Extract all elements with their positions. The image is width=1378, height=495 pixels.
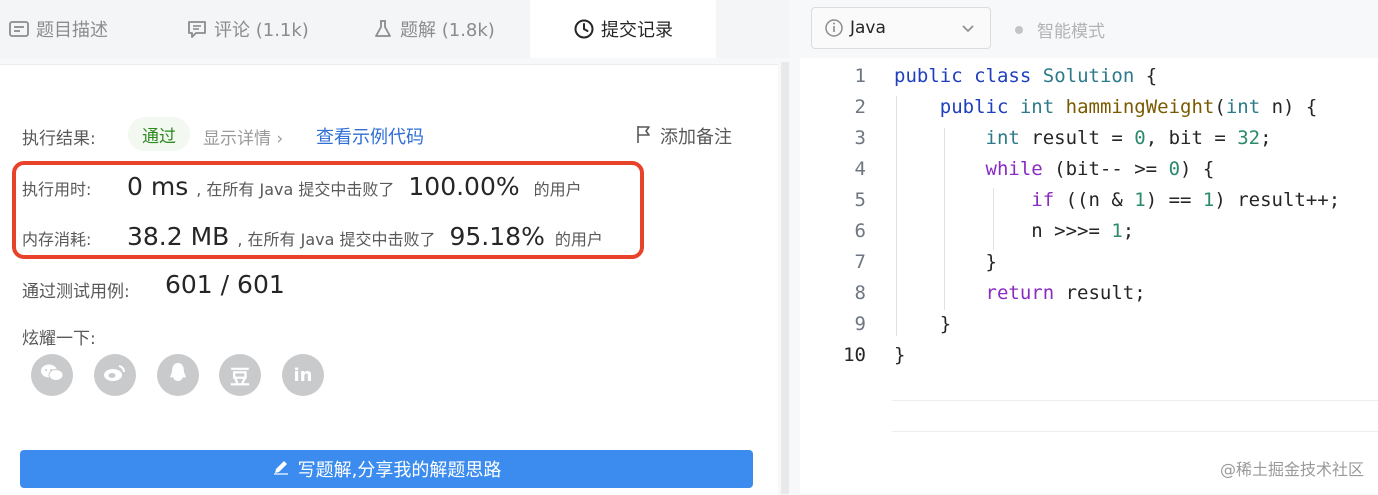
flag-icon (636, 124, 660, 149)
line-number: 6 (854, 220, 866, 242)
comment-icon (186, 18, 208, 40)
current-line-highlight (892, 400, 1378, 432)
scrollbar[interactable] (781, 62, 789, 494)
code-editor[interactable]: 1 2 3 4 5 6 7 8 9 10 public class Soluti… (810, 60, 1378, 494)
line-number: 3 (854, 127, 866, 149)
memory-middle-text: , 在所有 Java 提交中击败了 (237, 230, 436, 249)
language-select[interactable]: Java (811, 7, 991, 49)
tab-submissions-label: 提交记录 (601, 20, 673, 41)
description-icon (8, 18, 30, 40)
line-number: 4 (854, 158, 866, 180)
testcases-value: 601 / 601 (165, 270, 285, 299)
info-icon (824, 18, 844, 38)
smart-mode-label: 智能模式 (1037, 22, 1105, 42)
tab-description[interactable]: 题目描述 (8, 0, 158, 58)
tab-comments-label: 评论 (1.1k) (214, 20, 309, 41)
add-note-label: 添加备注 (660, 127, 732, 148)
wechat-icon (39, 362, 65, 388)
testcases-label: 通过测试用例: (22, 282, 130, 302)
runtime-middle-text: , 在所有 Java 提交中击败了 (196, 180, 395, 199)
write-solution-label: 写题解,分享我的解题思路 (297, 460, 502, 481)
runtime-row: 执行用时: 0 ms , 在所有 Java 提交中击败了 100.00% 的用户 (22, 172, 582, 201)
code-line: } (894, 251, 997, 273)
result-label: 执行结果: (22, 129, 96, 149)
write-solution-button[interactable]: 写题解,分享我的解题思路 (20, 450, 753, 488)
code-line: int result = 0, bit = 32; (985, 127, 1272, 149)
runtime-suffix: 的用户 (533, 180, 582, 199)
line-number: 8 (854, 282, 866, 304)
editor-toolbar: Java 智能模式 (800, 0, 1378, 58)
code-line: } (894, 344, 906, 366)
editor-pane: Java 智能模式 1 2 3 4 5 6 7 8 9 10 public cl… (800, 0, 1378, 494)
tab-bar: 题目描述 评论 (1.1k) 题解 (1.8k) 提交记录 (0, 0, 790, 58)
memory-row: 内存消耗: 38.2 MB , 在所有 Java 提交中击败了 95.18% 的… (22, 222, 603, 251)
code-line: n >>>= 1; (894, 220, 1135, 242)
memory-value: 38.2 MB (127, 222, 230, 251)
runtime-percent: 100.00% (408, 172, 520, 201)
runtime-label: 执行用时: (22, 180, 92, 199)
status-badge: 通过 (128, 117, 190, 151)
add-note-button[interactable]: 添加备注 (636, 123, 732, 149)
share-weibo-button[interactable] (94, 354, 136, 396)
view-example-code-link[interactable]: 查看示例代码 (316, 123, 424, 149)
code-line: if ((n & 1) == 1) result++; (1031, 189, 1341, 211)
douban-icon: 豆 (230, 364, 250, 389)
line-number: 2 (854, 96, 866, 118)
line-number: 10 (843, 344, 866, 366)
memory-label: 内存消耗: (22, 230, 92, 249)
memory-suffix: 的用户 (554, 230, 603, 249)
share-qq-button[interactable] (157, 354, 199, 396)
share-linkedin-button[interactable]: in (282, 354, 324, 396)
code-line: public int hammingWeight(int n) { (939, 96, 1318, 118)
share-douban-button[interactable]: 豆 (219, 354, 261, 396)
clock-icon (573, 18, 595, 40)
language-select-value: Java (850, 18, 886, 38)
smart-mode-toggle[interactable]: 智能模式 (1015, 17, 1105, 42)
line-number: 7 (854, 251, 866, 273)
code-line: } (894, 313, 952, 335)
tab-comments[interactable]: 评论 (1.1k) (186, 0, 336, 58)
weibo-icon (103, 363, 127, 387)
share-label: 炫耀一下: (22, 329, 96, 349)
tab-submissions[interactable]: 提交记录 (530, 0, 716, 58)
code-line: public class Solution { (894, 65, 1158, 87)
qq-icon (168, 361, 188, 389)
tab-solutions-label: 题解 (1.8k) (400, 20, 495, 41)
share-wechat-button[interactable] (31, 354, 73, 396)
watermark: @稀土掘金技术社区 (1219, 460, 1364, 479)
smart-mode-dot-icon (1015, 25, 1023, 34)
tab-description-label: 题目描述 (36, 20, 108, 41)
left-pane: 题目描述 评论 (1.1k) 题解 (1.8k) 提交记录 执行结果: 通过 显… (0, 0, 790, 495)
pencil-icon (272, 458, 298, 481)
line-number: 9 (854, 313, 866, 335)
show-details-link[interactable]: 显示详情 › (203, 124, 283, 149)
flask-icon (372, 18, 394, 40)
tab-solutions[interactable]: 题解 (1.8k) (372, 0, 522, 58)
chevron-down-icon (960, 20, 976, 41)
line-number: 5 (854, 189, 866, 211)
code-line: return result; (985, 282, 1146, 304)
line-number: 1 (854, 65, 866, 87)
memory-percent: 95.18% (449, 222, 545, 251)
runtime-value: 0 ms (127, 172, 189, 201)
code-line: while (bit-- >= 0) { (985, 158, 1215, 180)
linkedin-icon: in (293, 364, 313, 386)
